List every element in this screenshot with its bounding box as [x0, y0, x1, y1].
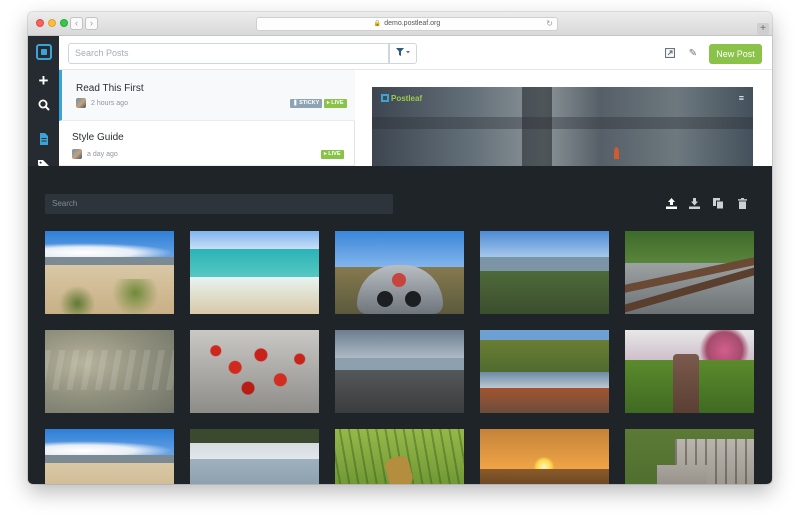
menu-icon[interactable]: ≡ — [739, 93, 744, 103]
media-search-input[interactable]: Search — [45, 194, 393, 214]
media-thumbnail[interactable] — [190, 330, 319, 413]
top-toolbar: Search Posts ✎ New Post — [59, 36, 772, 70]
edit-icon[interactable]: ✎ — [687, 48, 699, 60]
back-button[interactable]: ‹ — [70, 17, 83, 30]
media-thumbnail[interactable] — [45, 330, 174, 413]
trash-icon[interactable] — [737, 198, 748, 209]
media-thumbnail[interactable] — [625, 429, 754, 484]
post-time: 2 hours ago — [91, 100, 128, 107]
zoom-window-button[interactable] — [60, 19, 68, 27]
media-thumbnail[interactable] — [335, 231, 464, 314]
logo-icon — [381, 94, 389, 102]
media-thumbnail[interactable] — [190, 231, 319, 314]
post-list-item[interactable]: Style Guide a day ago ▸ LIVE — [59, 121, 355, 166]
post-title: Style Guide — [72, 132, 124, 143]
reload-icon[interactable]: ↻ — [546, 18, 553, 30]
new-tab-button[interactable]: + — [757, 23, 769, 35]
media-library-panel: Search — [28, 166, 772, 484]
filter-dropdown-button[interactable] — [389, 43, 417, 64]
search-icon[interactable] — [28, 98, 59, 116]
post-list-item[interactable]: Read This First 2 hours ago ❚ STICKY ▸ L… — [59, 70, 355, 121]
post-title: Read This First — [76, 83, 144, 94]
download-icon[interactable] — [689, 198, 700, 209]
lock-icon: 🔒 — [373, 21, 382, 27]
preview-shape — [614, 147, 619, 159]
media-thumbnail[interactable] — [45, 429, 174, 484]
open-icon-glyph — [664, 47, 676, 59]
plus-icon[interactable]: + — [28, 71, 59, 91]
avatar — [76, 98, 86, 108]
avatar — [72, 149, 82, 159]
forward-button[interactable]: › — [85, 17, 98, 30]
upload-icon-glyph — [666, 198, 677, 209]
document-icon-glyph — [39, 133, 48, 145]
address-bar[interactable]: 🔒 demo.postleaf.org ↻ — [256, 17, 558, 31]
media-thumbnail[interactable] — [335, 330, 464, 413]
post-list: Read This First 2 hours ago ❚ STICKY ▸ L… — [59, 70, 355, 166]
sticky-badge: ❚ STICKY — [290, 99, 323, 108]
url-text: demo.postleaf.org — [384, 20, 441, 27]
media-thumbnail[interactable] — [190, 429, 319, 484]
browser-chrome: ‹ › 🔒 demo.postleaf.org ↻ + — [28, 12, 772, 36]
media-thumbnail[interactable] — [480, 330, 609, 413]
live-badge: ▸ LIVE — [324, 99, 347, 108]
filter-icon — [396, 48, 410, 56]
post-time: a day ago — [87, 151, 118, 158]
media-thumbnail[interactable] — [625, 231, 754, 314]
media-thumbnail[interactable] — [480, 429, 609, 484]
browser-window: ‹ › 🔒 demo.postleaf.org ↻ + + Search Pos… — [28, 12, 772, 484]
new-post-button[interactable]: New Post — [709, 44, 762, 64]
upload-icon[interactable] — [666, 198, 677, 209]
media-thumbnail[interactable] — [625, 330, 754, 413]
media-thumbnail[interactable] — [335, 429, 464, 484]
logo-icon[interactable] — [36, 44, 52, 60]
preview-logo-text: Postleaf — [391, 94, 423, 103]
download-icon-glyph — [689, 198, 700, 209]
search-icon-glyph — [38, 99, 50, 111]
post-preview: Postleaf ≡ — [355, 70, 772, 166]
media-thumbnail[interactable] — [480, 231, 609, 314]
open-icon[interactable] — [664, 47, 676, 60]
minimize-window-button[interactable] — [48, 19, 56, 27]
trash-icon-glyph — [738, 198, 747, 209]
copy-icon[interactable] — [713, 198, 724, 210]
copy-icon-glyph — [713, 198, 724, 210]
preview-cover-image: Postleaf ≡ — [372, 87, 753, 166]
media-thumbnail[interactable] — [45, 231, 174, 314]
close-window-button[interactable] — [36, 19, 44, 27]
live-badge: ▸ LIVE — [321, 150, 344, 159]
preview-logo: Postleaf — [381, 94, 422, 103]
search-posts-input[interactable]: Search Posts — [68, 43, 389, 64]
document-icon[interactable] — [28, 132, 59, 150]
preview-shape — [372, 117, 753, 129]
